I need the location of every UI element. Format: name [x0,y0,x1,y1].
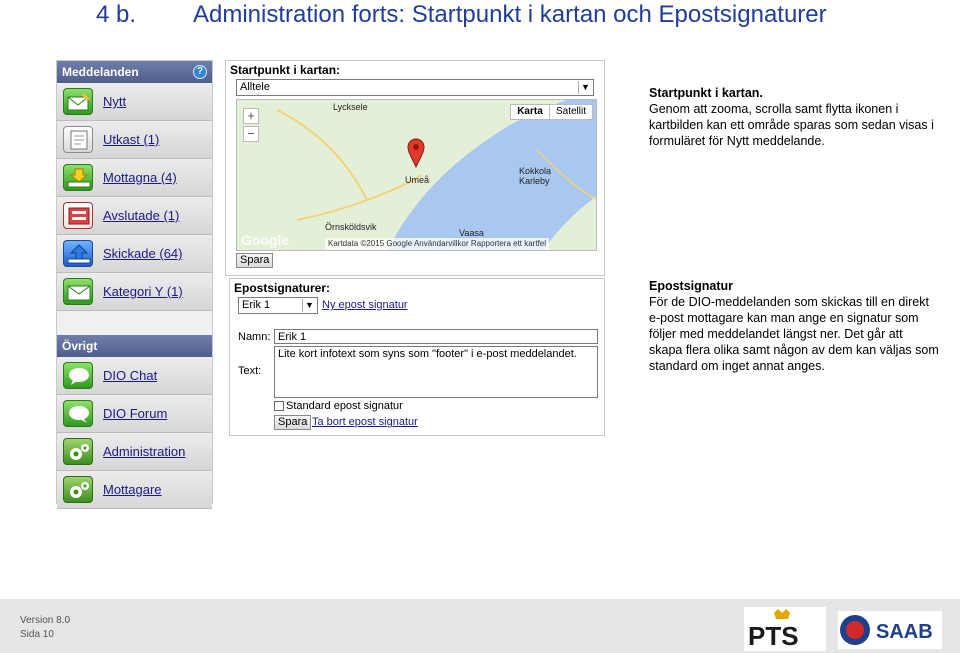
delete-signature-link[interactable]: Ta bort epost signatur [312,416,418,428]
map-panel-heading: Startpunkt i kartan: [230,63,341,77]
draft-icon [63,126,93,153]
signature-description-text: För de DIO-meddelanden som skickas till … [649,295,939,373]
email-signature-panel: Epostsignaturer: Erik 1 ▼ Ny epost signa… [229,278,605,436]
map-location-select[interactable]: Alltele ▼ [236,79,594,96]
sidebar-item-administration[interactable]: Administration [57,433,212,471]
map-label-ornskoldsvik: Örnsköldsvik [325,222,377,232]
sidebar-item-inbox[interactable]: Mottagna (4) [57,159,212,197]
standard-signature-checkbox[interactable] [274,401,284,411]
sidebar: Meddelanden ? Nytt Utkast (1) Mottagna (… [56,60,213,509]
sidebar-item-label: Skickade (64) [103,246,183,261]
zoom-in-button[interactable]: + [243,108,259,124]
map-description: Startpunkt i kartan. Genom att zooma, sc… [649,85,939,149]
signature-description-title: Epostsignatur [649,279,734,293]
sidebar-item-label: Mottagare [103,482,162,497]
map-label-karleby: Karleby [519,176,550,186]
sidebar-item-chat[interactable]: DIO Chat [57,357,212,395]
signature-select[interactable]: Erik 1 ▼ [238,297,318,314]
saab-logo: SAAB [838,611,942,649]
map-save-button[interactable]: Spara [236,253,274,268]
help-icon[interactable]: ? [193,65,207,79]
sidebar-item-recipients[interactable]: Mottagare [57,471,212,509]
select-value: Erik 1 [242,299,271,311]
sidebar-item-category[interactable]: Kategori Y (1) [57,273,212,311]
new-signature-link[interactable]: Ny epost signatur [322,299,408,311]
sidebar-item-label: Utkast (1) [103,132,160,147]
chat-icon [63,362,93,389]
map-label-umea: Umeå [405,175,430,185]
sidebar-item-label: Mottagna (4) [103,170,177,185]
sidebar-item-label: Administration [103,444,186,459]
sidebar-item-label: DIO Forum [103,406,168,421]
google-logo: Google [241,232,290,248]
signature-name-input[interactable]: Erik 1 [274,329,598,344]
sidebar-item-new[interactable]: Nytt [57,83,212,121]
sidebar-item-sent[interactable]: Skickade (64) [57,235,212,273]
select-value: Alltele [240,81,270,93]
new-message-icon [63,88,93,115]
signature-text-input[interactable]: Lite kort infotext som syns som "footer"… [274,346,598,398]
zoom-out-button[interactable]: − [243,126,259,142]
text-label: Text: [238,365,262,377]
map-startpoint-panel: Startpunkt i kartan: Alltele ▼ + − Karta… [225,60,605,276]
pts-logo: PTS [744,607,826,651]
map-attribution[interactable]: Kartdata ©2015 Google Användarvillkor Ra… [325,238,550,250]
map-label-lycksele: Lycksele [333,102,368,112]
page-number: Sida 10 [20,629,54,640]
map-view[interactable]: + − Karta Satellit Lycksele Umeå Kokkola… [236,99,597,251]
sidebar-section-label: Meddelanden [62,65,139,79]
sidebar-item-forum[interactable]: DIO Forum [57,395,212,433]
svg-text:PTS: PTS [748,621,799,651]
map-label-kokkola: Kokkola [519,166,552,176]
slide-heading: Administration forts: Startpunkt i karta… [193,1,827,28]
forum-icon [63,400,93,427]
gear-icon [63,438,93,465]
closed-icon [63,202,93,229]
map-type-map-button[interactable]: Karta [510,104,550,120]
sidebar-item-label: Kategori Y (1) [103,284,183,299]
map-description-text: Genom att zooma, scrolla samt flytta iko… [649,102,934,148]
slide-title: 4 b. Administration forts: Startpunkt i … [0,0,960,30]
signature-panel-heading: Epostsignaturer: [234,281,331,295]
sidebar-item-label: Avslutade (1) [103,208,180,223]
category-icon [63,278,93,305]
map-description-title: Startpunkt i kartan. [649,86,763,100]
signature-description: Epostsignatur För de DIO-meddelanden som… [649,278,939,374]
signature-save-button[interactable]: Spara [274,415,312,430]
sidebar-item-closed[interactable]: Avslutade (1) [57,197,212,235]
chevron-down-icon: ▼ [302,299,316,312]
name-label: Namn: [238,331,271,343]
sidebar-item-label: Nytt [103,94,127,109]
sidebar-section-other: Övrigt [57,335,212,357]
sidebar-section-messages: Meddelanden ? [57,61,212,83]
standard-signature-label: Standard epost signatur [286,400,403,412]
inbox-icon [63,164,93,191]
sent-icon [63,240,93,267]
gear-icon [63,476,93,503]
map-label-vaasa: Vaasa [459,228,484,238]
slide-number: 4 b. [96,1,137,28]
sidebar-item-label: DIO Chat [103,368,158,383]
sidebar-item-drafts[interactable]: Utkast (1) [57,121,212,159]
chevron-down-icon: ▼ [578,81,592,94]
svg-text:SAAB: SAAB [876,621,933,643]
version-label: Version 8.0 [20,615,71,626]
map-type-satellite-button[interactable]: Satellit [549,104,593,120]
map-marker-icon[interactable] [407,138,425,173]
